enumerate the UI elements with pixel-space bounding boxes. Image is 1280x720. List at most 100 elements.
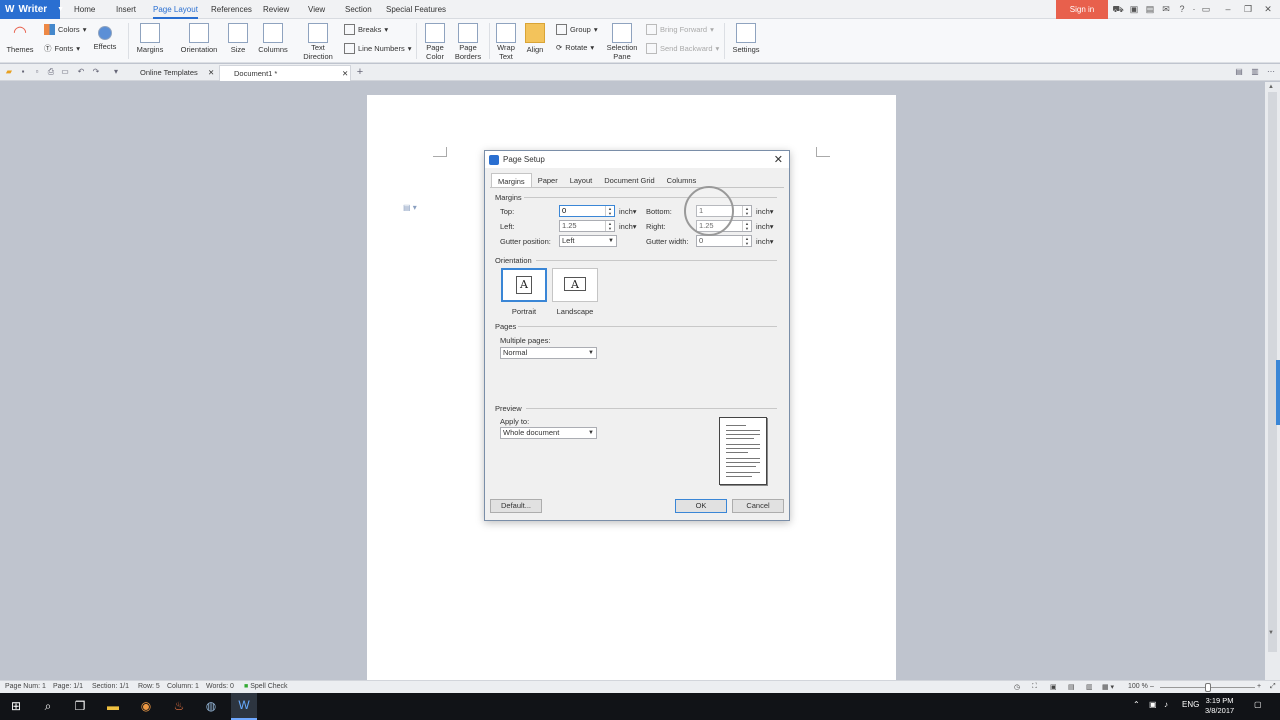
search-icon[interactable]: ⌕ — [40, 698, 56, 714]
left-margin-input[interactable]: 1.25 ▲ ▼ — [559, 220, 615, 232]
cart-icon[interactable]: ⛟ — [1112, 3, 1124, 15]
close-icon[interactable]: ✕ — [1262, 3, 1274, 15]
ok-button[interactable]: OK — [675, 499, 727, 513]
new-tab-icon[interactable]: + — [355, 67, 365, 78]
selection-pane-button[interactable]: Selection Pane — [604, 23, 640, 61]
left-unit[interactable]: inch▾ — [619, 222, 637, 231]
align-button[interactable]: Align — [522, 23, 548, 54]
customize-dropdown-icon[interactable]: ▾ — [111, 67, 121, 77]
share-icon[interactable]: ▤ — [1144, 3, 1156, 15]
breaks-button[interactable]: Breaks ▾ — [344, 24, 388, 35]
tab-view[interactable]: View — [308, 0, 325, 19]
landscape-option[interactable]: A — [552, 268, 598, 302]
tab-page-layout[interactable]: Page Layout — [153, 0, 198, 19]
margins-button[interactable]: Margins — [133, 23, 167, 54]
tab-list-icon[interactable]: ▤ — [1234, 67, 1244, 77]
network-icon[interactable]: ▣ — [1149, 700, 1157, 709]
zoom-level[interactable]: 100 % — [1128, 683, 1148, 690]
tab-special-features[interactable]: Special Features — [386, 0, 446, 19]
side-panel-handle[interactable] — [1276, 360, 1280, 425]
clock[interactable]: 3:19 PM 3/8/2017 — [1205, 696, 1234, 716]
print-preview-icon[interactable]: ▭ — [60, 67, 70, 77]
apply-to-select[interactable]: Whole document ▼ — [500, 427, 597, 439]
close-icon[interactable]: ✕ — [774, 153, 783, 166]
bring-forward-button[interactable]: Bring Forward ▾ — [646, 24, 714, 35]
page-borders-button[interactable]: Page Borders — [453, 23, 483, 61]
notifications-icon[interactable]: ▢ — [1254, 700, 1262, 709]
language-indicator[interactable]: ENG — [1182, 700, 1199, 709]
spin-arrows-icon[interactable]: ▲ ▼ — [605, 206, 614, 216]
fonts-button[interactable]: Ⓣ Fonts ▾ — [44, 43, 80, 54]
help-icon[interactable]: ? — [1176, 3, 1188, 15]
zoom-out-icon[interactable]: – — [1150, 683, 1154, 690]
reading-view-icon[interactable]: ▦ ▾ — [1102, 683, 1114, 691]
themes-button[interactable]: ◠ Themes — [5, 23, 35, 54]
text-direction-button[interactable]: Text Direction — [298, 23, 338, 61]
web-view-icon[interactable]: ▥ — [1086, 683, 1093, 691]
gutter-position-select[interactable]: Left ▼ — [559, 235, 617, 247]
task-view-icon[interactable]: ❐ — [72, 698, 88, 714]
outline-view-icon[interactable]: ▤ — [1068, 683, 1075, 691]
steam-icon[interactable]: ◍ — [203, 698, 219, 714]
revision-icon[interactable]: ◷ — [1014, 683, 1020, 691]
tab-margins[interactable]: Margins — [491, 173, 532, 188]
print-icon[interactable]: ⎙ — [46, 67, 56, 77]
scroll-down-icon[interactable]: ▼ — [1268, 630, 1274, 636]
tab-home[interactable]: Home — [74, 0, 95, 19]
maximize-icon[interactable]: ❐ — [1242, 3, 1254, 15]
bottom-unit[interactable]: inch▾ — [756, 207, 774, 216]
chrome-icon[interactable]: ◉ — [138, 698, 154, 714]
columns-button[interactable]: Columns — [255, 23, 291, 54]
export-pdf-icon[interactable]: ▫ — [32, 67, 42, 77]
file-explorer-icon[interactable]: ▬ — [105, 698, 121, 714]
gutter-unit[interactable]: inch▾ — [756, 237, 774, 246]
scroll-up-icon[interactable]: ▲ — [1268, 84, 1274, 90]
spin-arrows-icon[interactable]: ▲ ▼ — [742, 236, 751, 246]
zoom-slider-thumb[interactable] — [1205, 683, 1211, 692]
tab-online-templates[interactable]: Online Templates ✕ — [126, 65, 218, 81]
tray-chevron-icon[interactable]: ⌃ — [1133, 700, 1140, 709]
redo-icon[interactable]: ↷ — [91, 67, 101, 77]
tab-layout[interactable]: Layout — [564, 173, 599, 188]
writer-taskbar-icon[interactable]: W — [231, 693, 257, 720]
close-tab-icon[interactable]: ✕ — [208, 65, 214, 81]
tab-references[interactable]: References — [211, 0, 252, 19]
tab-columns[interactable]: Columns — [661, 173, 703, 188]
portrait-option[interactable]: A — [501, 268, 547, 302]
tab-paper[interactable]: Paper — [532, 173, 564, 188]
save-icon[interactable]: ▪ — [18, 67, 28, 77]
colors-button[interactable]: Colors ▾ — [44, 24, 86, 35]
skin-icon[interactable]: ▣ — [1128, 3, 1140, 15]
top-unit[interactable]: inch▾ — [619, 207, 637, 216]
tab-document1[interactable]: Document1 * ✕ — [219, 65, 351, 81]
gutter-width-input[interactable]: 0 ▲ ▼ — [696, 235, 752, 247]
app-icon[interactable]: ♨ — [171, 698, 187, 714]
tab-review[interactable]: Review — [263, 0, 289, 19]
open-icon[interactable]: ▰ — [4, 67, 14, 77]
minimize-icon[interactable]: – — [1222, 3, 1234, 15]
more-icon[interactable]: ⋯ — [1266, 67, 1276, 77]
app-menu-button[interactable]: W Writer ▼ — [0, 0, 64, 19]
spell-check-button[interactable]: ■ Spell Check — [244, 683, 288, 690]
tab-document-grid[interactable]: Document Grid — [598, 173, 660, 188]
paste-options-icon[interactable]: ▤ ▾ — [403, 203, 417, 212]
tab-insert[interactable]: Insert — [116, 0, 136, 19]
zoom-fit-icon[interactable]: ⤢ — [1270, 683, 1276, 691]
settings-button[interactable]: Settings — [728, 23, 764, 54]
send-backward-button[interactable]: Send Backward ▾ — [646, 43, 719, 54]
size-button[interactable]: Size — [227, 23, 249, 54]
fullscreen-icon[interactable]: ⛶ — [1032, 683, 1037, 691]
volume-icon[interactable]: ♪ — [1164, 700, 1168, 709]
sign-in-button[interactable]: Sign in — [1056, 0, 1108, 19]
effects-button[interactable]: Effects — [90, 23, 120, 51]
spin-arrows-icon[interactable]: ▲ ▼ — [605, 221, 614, 231]
top-margin-input[interactable]: 0 ▲ ▼ — [559, 205, 615, 217]
undo-icon[interactable]: ↶ — [76, 67, 86, 77]
line-numbers-button[interactable]: Line Numbers ▾ — [344, 43, 411, 54]
multiple-pages-select[interactable]: Normal ▼ — [500, 347, 597, 359]
cancel-button[interactable]: Cancel — [732, 499, 784, 513]
rotate-button[interactable]: ⟳ Rotate ▾ — [556, 43, 594, 52]
windows-start-icon[interactable]: ⊞ — [8, 698, 24, 714]
default-button[interactable]: Default... — [490, 499, 542, 513]
tab-section[interactable]: Section — [345, 0, 372, 19]
